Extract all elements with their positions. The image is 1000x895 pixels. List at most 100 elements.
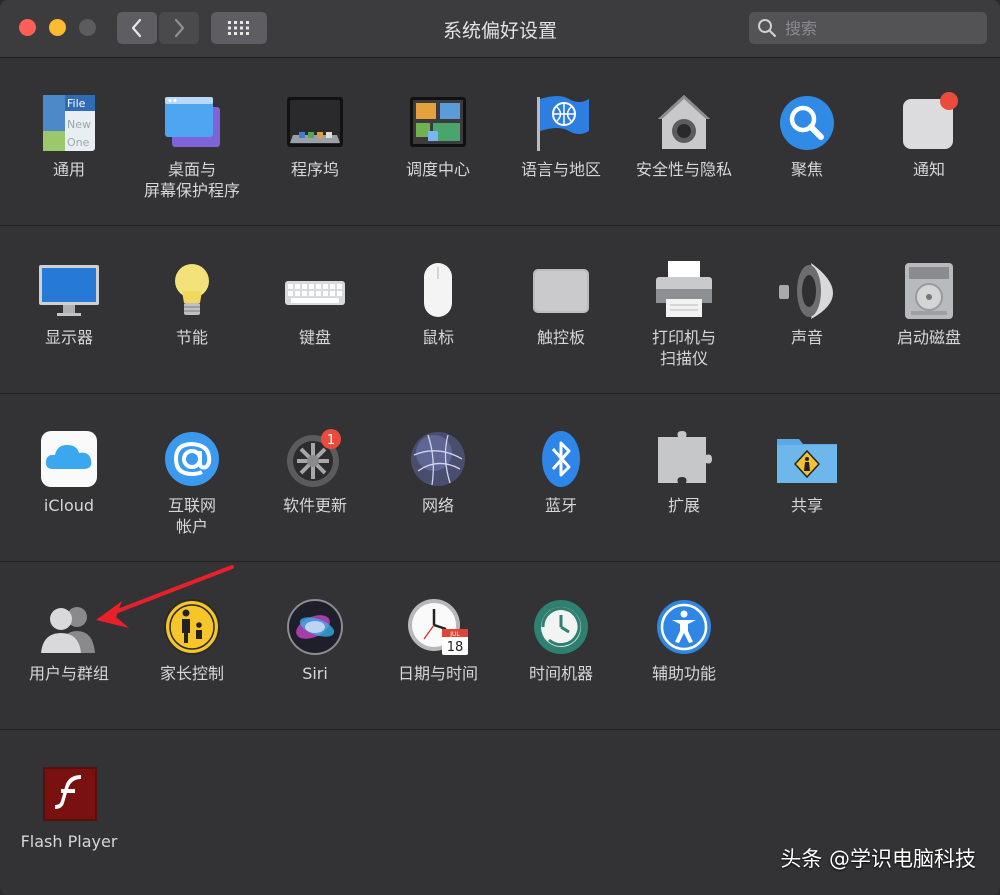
- pane-label: 触控板: [536, 328, 585, 347]
- pane-bluetooth[interactable]: 蓝牙: [499, 394, 623, 561]
- pane-users-groups[interactable]: 用户与群组: [7, 562, 131, 729]
- pane-time-machine[interactable]: 时间机器: [499, 562, 623, 729]
- pane-label: 键盘: [298, 328, 331, 347]
- pane-mission-control[interactable]: 调度中心: [376, 58, 500, 225]
- calendar-month: JUL: [449, 631, 460, 638]
- parental-controls-icon: [164, 599, 220, 655]
- pane-label: 用户与群组: [28, 664, 109, 683]
- preferences-row-2: 显示器 节能 键盘 鼠标 触控板 打印机与 扫描仪 声音 启动磁盘: [0, 226, 1000, 394]
- spotlight-icon: [780, 96, 834, 150]
- pane-language-region[interactable]: 语言与地区: [499, 58, 623, 225]
- chevron-left-icon: [131, 18, 142, 38]
- preferences-row-1: File New One 通用 桌面与 屏幕保护程序 程序坞 调度中心 语言与地…: [0, 58, 1000, 226]
- preferences-row-3: iCloud 互联网 帐户 1 软件更新 网络 蓝牙 扩展 共享: [0, 394, 1000, 562]
- pane-label: 互联网 帐户: [167, 496, 216, 536]
- pane-extensions[interactable]: 扩展: [622, 394, 746, 561]
- chevron-right-icon: [174, 18, 185, 38]
- time-machine-icon: [534, 600, 588, 654]
- pane-spotlight[interactable]: 聚焦: [745, 58, 869, 225]
- flash-player-icon: [43, 767, 97, 821]
- displays-icon: [39, 265, 99, 316]
- pane-label: 节能: [175, 328, 208, 347]
- pane-label: 家长控制: [159, 664, 224, 683]
- pane-label: 日期与时间: [397, 664, 478, 683]
- system-preferences-window: 系统偏好设置 File New One 通用: [0, 0, 1000, 895]
- security-privacy-icon: [658, 95, 710, 149]
- startup-disk-icon: [905, 263, 953, 319]
- pane-label: 网络: [421, 496, 454, 515]
- close-window-button[interactable]: [19, 19, 36, 36]
- grid-icon: [228, 21, 249, 35]
- pane-label: 声音: [790, 328, 823, 347]
- pane-general[interactable]: File New One 通用: [7, 58, 131, 225]
- pane-accessibility[interactable]: 辅助功能: [622, 562, 746, 729]
- date-time-icon: JUL 18: [408, 599, 468, 655]
- pane-security-privacy[interactable]: 安全性与隐私: [622, 58, 746, 225]
- trackpad-icon: [533, 269, 589, 313]
- notifications-icon: [903, 92, 958, 149]
- show-all-button[interactable]: [211, 12, 267, 44]
- pane-label: 启动磁盘: [896, 328, 961, 347]
- pane-label: 通知: [912, 160, 945, 179]
- pane-sound[interactable]: 声音: [745, 226, 869, 393]
- back-button[interactable]: [117, 12, 157, 44]
- keyboard-icon: [285, 281, 345, 305]
- svg-text:File: File: [67, 97, 86, 110]
- zoom-window-button[interactable]: [79, 19, 96, 36]
- dock-icon: [287, 97, 343, 147]
- pane-label: 蓝牙: [544, 496, 577, 515]
- mission-control-icon: [410, 97, 466, 147]
- pane-keyboard[interactable]: 键盘: [253, 226, 377, 393]
- pane-label: 共享: [790, 496, 823, 515]
- pane-trackpad[interactable]: 触控板: [499, 226, 623, 393]
- pane-label: 辅助功能: [651, 664, 716, 683]
- pane-parental-controls[interactable]: 家长控制: [130, 562, 254, 729]
- sharing-icon: [777, 439, 837, 483]
- pane-label: Siri: [302, 664, 328, 683]
- pane-network[interactable]: 网络: [376, 394, 500, 561]
- minimize-window-button[interactable]: [49, 19, 66, 36]
- title-bar: 系统偏好设置: [0, 0, 1000, 58]
- svg-text:One: One: [67, 136, 90, 149]
- pane-label: 扩展: [667, 496, 700, 515]
- preferences-row-4: 用户与群组 家长控制 Siri JUL 18 日期与时间 时间机器 辅助功能: [0, 562, 1000, 730]
- pane-label: Flash Player: [20, 832, 118, 851]
- calendar-day: 18: [447, 640, 464, 655]
- pane-mouse[interactable]: 鼠标: [376, 226, 500, 393]
- pane-siri[interactable]: Siri: [253, 562, 377, 729]
- watermark-text: 头条 @学识电脑科技: [780, 847, 976, 871]
- siri-icon: [287, 599, 343, 655]
- desktop-screensaver-icon: [165, 97, 220, 147]
- accessibility-icon: [657, 600, 711, 654]
- general-icon: File New One: [43, 95, 95, 151]
- pane-label: iCloud: [43, 496, 95, 515]
- search-icon: [758, 19, 777, 38]
- pane-icloud[interactable]: iCloud: [7, 394, 131, 561]
- search-input[interactable]: [783, 17, 977, 39]
- pane-sharing[interactable]: 共享: [745, 394, 869, 561]
- pane-label: 显示器: [44, 328, 93, 347]
- svg-text:New: New: [67, 118, 91, 131]
- sound-icon: [779, 263, 833, 319]
- search-field[interactable]: [749, 12, 987, 44]
- pane-desktop-screensaver[interactable]: 桌面与 屏幕保护程序: [130, 58, 254, 225]
- pane-flash-player[interactable]: Flash Player: [7, 730, 131, 895]
- pane-dock[interactable]: 程序坞: [253, 58, 377, 225]
- pane-printers-scanners[interactable]: 打印机与 扫描仪: [622, 226, 746, 393]
- pane-label: 软件更新: [282, 496, 347, 515]
- mouse-icon: [424, 263, 452, 317]
- pane-label: 程序坞: [290, 160, 339, 179]
- forward-button[interactable]: [159, 12, 199, 44]
- pane-date-time[interactable]: JUL 18 日期与时间: [376, 562, 500, 729]
- pane-software-update[interactable]: 1 软件更新: [253, 394, 377, 561]
- pane-label: 语言与地区: [520, 160, 601, 179]
- pane-displays[interactable]: 显示器: [7, 226, 131, 393]
- pane-label: 安全性与隐私: [635, 160, 732, 179]
- pane-notifications[interactable]: 通知: [867, 58, 991, 225]
- pane-energy-saver[interactable]: 节能: [130, 226, 254, 393]
- update-badge-count: 1: [327, 433, 335, 448]
- pane-startup-disk[interactable]: 启动磁盘: [867, 226, 991, 393]
- pane-internet-accounts[interactable]: 互联网 帐户: [130, 394, 254, 561]
- language-region-icon: [537, 96, 589, 151]
- internet-accounts-icon: [165, 432, 219, 486]
